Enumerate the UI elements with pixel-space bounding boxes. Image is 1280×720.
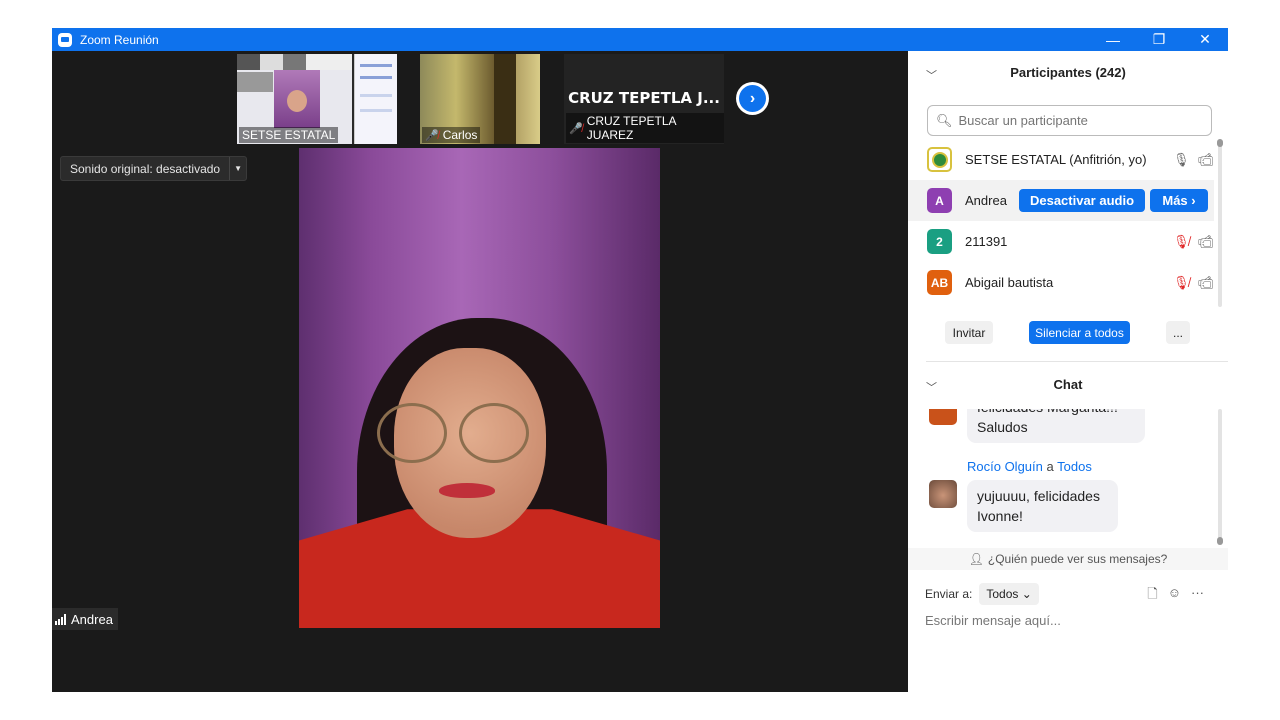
thumbnail-display-name: CRUZ TEPETLA J... [568, 89, 720, 107]
sender-avatar [929, 409, 957, 425]
next-page-button[interactable]: › [736, 82, 769, 115]
participants-title: Participantes (242) [1010, 65, 1126, 80]
participant-name: SETSE ESTATAL (Anfitrión, yo) [965, 152, 1147, 167]
invite-button[interactable]: Invitar [945, 321, 993, 344]
participants-more-button[interactable]: ... [1166, 321, 1190, 344]
video-camera-icon[interactable]: 📹︎ [1197, 152, 1214, 168]
thumbnail-name-label: SETSE ESTATAL [239, 127, 339, 143]
sender-avatar [929, 480, 957, 508]
zoom-window: Zoom Reunión — ❐ ✕ SETSE ESTATAL 🎤̸ Carl… [52, 28, 1228, 692]
microphone-icon[interactable]: 🎙︎ [1173, 152, 1190, 168]
thumbnail-carlos[interactable]: 🎤̸ Carlos [420, 54, 540, 144]
title-bar: Zoom Reunión — ❐ ✕ [52, 28, 1228, 51]
active-speaker-name-tag: Andrea [52, 608, 118, 630]
close-button[interactable]: ✕ [1182, 28, 1228, 51]
participant-search[interactable]: 🔍︎ [927, 105, 1212, 136]
emoji-icon[interactable]: ☺ [1168, 585, 1181, 607]
who-can-see-notice[interactable]: 👤︎ ¿Quién puede ver sus mensajes? [908, 548, 1228, 570]
thumbnail-setse-estatal[interactable]: SETSE ESTATAL [237, 54, 397, 144]
participant-name: Abigail bautista [965, 275, 1054, 290]
section-divider [926, 361, 1228, 362]
chat-header: ﹀ Chat [908, 369, 1228, 399]
file-icon[interactable]: 🗋 [1147, 585, 1157, 607]
restore-button[interactable]: ❐ [1136, 28, 1182, 51]
chat-message: yujuuuu, felicidades Ivonne! [967, 480, 1118, 532]
caret-down-icon[interactable]: ▼ [230, 157, 246, 180]
video-camera-icon[interactable]: 📹︎ [1197, 234, 1214, 250]
avatar: A [927, 188, 952, 213]
mic-muted-icon[interactable]: 🎙︎̸ [1173, 275, 1190, 291]
chat-sender: Rocío Olguín a Todos [967, 459, 1092, 474]
participant-row[interactable]: 2 211391 🎙︎̸ 📹︎ [908, 221, 1214, 262]
participants-scrollbar[interactable] [1217, 139, 1223, 307]
more-options-icon[interactable]: ··· [1191, 585, 1204, 607]
send-to: Enviar a: Todos ⌄ [925, 583, 1039, 605]
search-icon: 🔍︎ [936, 112, 953, 128]
video-stage: SETSE ESTATAL 🎤̸ Carlos CRUZ TEPETLA J..… [52, 51, 908, 692]
zoom-logo-icon [58, 32, 72, 47]
participants-footer: Invitar Silenciar a todos ... [908, 321, 1228, 351]
participant-search-input[interactable] [958, 113, 1199, 128]
chat-message: felicidades Margarita!!! Saludos [967, 409, 1145, 443]
thumbnail-cruz-tepetla[interactable]: CRUZ TEPETLA J... 🎤̸ CRUZ TEPETLA JUAREZ [564, 54, 724, 144]
mic-muted-icon[interactable]: 🎙︎̸ [1173, 234, 1190, 250]
participants-header: ﹀ Participantes (242) [908, 51, 1228, 95]
active-speaker-video [299, 148, 660, 628]
participant-row[interactable]: AB Abigail bautista 🎙︎̸ 📹︎ [908, 262, 1214, 303]
video-camera-icon[interactable]: 📹︎ [1197, 275, 1214, 291]
person-icon: 👤︎ [968, 552, 984, 566]
more-button[interactable]: Más › [1150, 189, 1208, 212]
chat-title: Chat [1053, 377, 1083, 392]
chat-messages: felicidades Margarita!!! Saludos Rocío O… [908, 409, 1228, 549]
mic-muted-icon: 🎤̸ [425, 129, 439, 142]
participant-row[interactable]: SETSE ESTATAL (Anfitrión, yo) 🎙︎ 📹︎ [908, 139, 1214, 180]
chevron-right-icon: › [739, 85, 766, 112]
original-sound-toggle[interactable]: Sonido original: desactivado ▼ [60, 156, 248, 181]
send-to-select[interactable]: Todos ⌄ [979, 583, 1039, 605]
mic-muted-icon: 🎤̸ [569, 122, 583, 135]
side-panel: ﹀ Participantes (242) 🔍︎ SETSE ESTATAL (… [908, 51, 1228, 692]
chat-scrollbar[interactable] [1217, 409, 1223, 545]
window-title: Zoom Reunión [80, 32, 159, 47]
original-sound-label[interactable]: Sonido original: desactivado [61, 157, 231, 180]
setse-logo-avatar [927, 147, 952, 172]
chat-message-input[interactable] [925, 613, 1215, 628]
avatar: AB [927, 270, 952, 295]
avatar: 2 [927, 229, 952, 254]
chat-tools: 🗋 ☺ ··· [1147, 585, 1204, 607]
signal-strength-icon [55, 613, 66, 625]
participant-name: Andrea [965, 193, 1007, 208]
shared-screen-document [354, 54, 397, 144]
thumbnail-name-label: 🎤̸ CRUZ TEPETLA JUAREZ [566, 113, 724, 143]
minimize-button[interactable]: — [1090, 28, 1136, 51]
mute-all-button[interactable]: Silenciar a todos [1029, 321, 1130, 344]
thumbnail-name-label: 🎤̸ Carlos [422, 127, 481, 143]
send-to-label: Enviar a: [925, 587, 973, 601]
deactivate-audio-button[interactable]: Desactivar audio [1019, 189, 1145, 212]
participant-name: 211391 [965, 234, 1008, 249]
participant-row[interactable]: A Andrea Desactivar audio Más › [908, 180, 1214, 221]
